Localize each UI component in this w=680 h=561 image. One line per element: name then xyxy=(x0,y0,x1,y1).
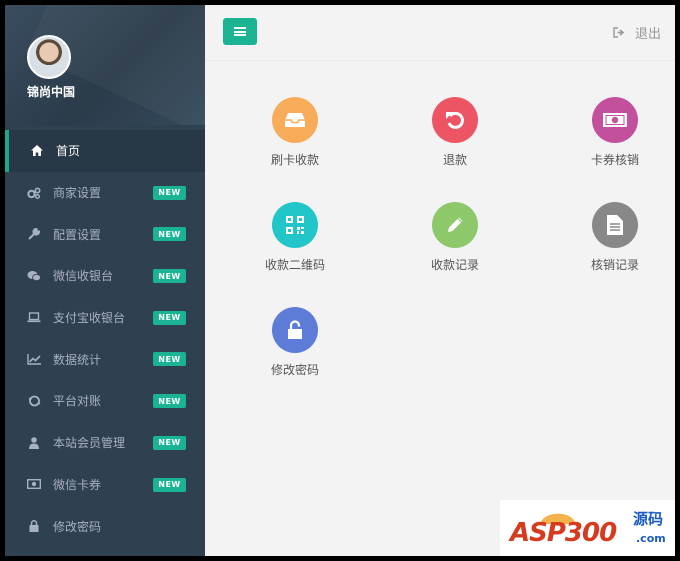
lock-icon xyxy=(27,519,41,533)
sidebar-item-config-settings[interactable]: 配置设置 NEW xyxy=(5,213,205,255)
new-badge: NEW xyxy=(153,227,186,242)
sidebar-item-reconciliation[interactable]: 平台对账 NEW xyxy=(5,380,205,422)
new-badge: NEW xyxy=(153,310,186,325)
new-badge: NEW xyxy=(153,269,186,284)
tile-refund[interactable]: 退款 xyxy=(395,97,515,168)
sidebar-item-label: 支付宝收银台 xyxy=(53,311,126,326)
sidebar-item-label: 修改密码 xyxy=(53,519,102,534)
menu-toggle-button[interactable] xyxy=(223,18,257,45)
sidebar-item-label: 本站会员管理 xyxy=(53,436,126,451)
sidebar-item-merchant-settings[interactable]: 商家设置 NEW xyxy=(5,172,205,214)
sidebar-item-label: 首页 xyxy=(56,144,81,159)
unlock-icon xyxy=(272,307,318,353)
sidebar-item-label: 平台对账 xyxy=(53,394,102,409)
home-icon xyxy=(30,144,44,158)
tile-payment-records[interactable]: 收款记录 xyxy=(395,202,515,273)
tile-redeem-records[interactable]: 核销记录 xyxy=(555,202,675,273)
sidebar-item-alipay-cashier[interactable]: 支付宝收银台 NEW xyxy=(5,297,205,339)
tile-coupon-redeem[interactable]: 卡券核销 xyxy=(555,97,675,168)
logout-label: 退出 xyxy=(634,27,661,42)
hamburger-icon xyxy=(234,27,246,36)
laptop-icon xyxy=(27,311,41,325)
new-badge: NEW xyxy=(153,477,186,492)
sidebar-item-label: 微信卡券 xyxy=(53,477,102,492)
sidebar: 锦尚中国 首页 商家设置 NEW 配置设置 NEW 微信收银台 NEW 支付宝收… xyxy=(5,5,205,556)
sidebar-item-label: 配置设置 xyxy=(53,227,102,242)
tile-label: 收款记录 xyxy=(430,258,479,272)
sidebar-item-statistics[interactable]: 数据统计 NEW xyxy=(5,338,205,380)
tile-label: 卡券核销 xyxy=(590,153,639,167)
money-icon xyxy=(27,477,41,491)
profile-header: 锦尚中国 xyxy=(5,5,205,125)
tile-label: 核销记录 xyxy=(590,258,639,272)
user-name[interactable]: 锦尚中国 xyxy=(27,83,75,100)
sidebar-item-label: 商家设置 xyxy=(53,186,102,201)
sign-out-icon xyxy=(613,26,625,39)
wechat-icon xyxy=(27,269,41,283)
new-badge: NEW xyxy=(153,185,186,200)
sidebar-item-wechat-cashier[interactable]: 微信收银台 NEW xyxy=(5,255,205,297)
sidebar-item-label: 数据统计 xyxy=(53,352,102,367)
sidebar-item-member-management[interactable]: 本站会员管理 NEW xyxy=(5,422,205,464)
tile-label: 退款 xyxy=(442,153,467,167)
new-badge: NEW xyxy=(153,394,186,409)
cogs-icon xyxy=(27,186,41,200)
user-icon xyxy=(27,436,41,450)
qrcode-icon xyxy=(272,202,318,248)
tile-label: 刷卡收款 xyxy=(270,153,319,167)
sidebar-item-home[interactable]: 首页 xyxy=(5,130,205,172)
tile-card-payment[interactable]: 刷卡收款 xyxy=(235,97,355,168)
new-badge: NEW xyxy=(153,435,186,450)
undo-icon xyxy=(432,97,478,143)
watermark-domain: .com xyxy=(636,532,666,545)
pencil-icon xyxy=(432,202,478,248)
tile-label: 收款二维码 xyxy=(264,258,325,272)
file-icon xyxy=(592,202,638,248)
new-badge: NEW xyxy=(153,352,186,367)
watermark-logo: ASP300 源码 .com xyxy=(500,500,675,556)
tile-label: 修改密码 xyxy=(270,363,319,377)
logout-link[interactable]: 退出 xyxy=(613,23,661,42)
top-navbar: 退出 xyxy=(205,5,675,61)
app-window: 锦尚中国 首页 商家设置 NEW 配置设置 NEW 微信收银台 NEW 支付宝收… xyxy=(5,5,675,556)
tile-payment-qrcode[interactable]: 收款二维码 xyxy=(235,202,355,273)
line-chart-icon xyxy=(27,352,41,366)
refresh-icon xyxy=(27,394,41,408)
sidebar-item-change-password[interactable]: 修改密码 xyxy=(5,505,205,547)
tile-change-password[interactable]: 修改密码 xyxy=(235,307,355,378)
avatar[interactable] xyxy=(27,35,71,79)
sidebar-item-label: 微信收银台 xyxy=(53,269,114,284)
sidebar-item-wechat-coupons[interactable]: 微信卡券 NEW xyxy=(5,464,205,506)
watermark-cn: 源码 xyxy=(633,510,664,528)
money-icon xyxy=(592,97,638,143)
sidebar-menu: 首页 商家设置 NEW 配置设置 NEW 微信收银台 NEW 支付宝收银台 NE… xyxy=(5,130,205,547)
wrench-icon xyxy=(27,227,41,241)
inbox-icon xyxy=(272,97,318,143)
watermark-text: ASP300 xyxy=(510,518,617,548)
